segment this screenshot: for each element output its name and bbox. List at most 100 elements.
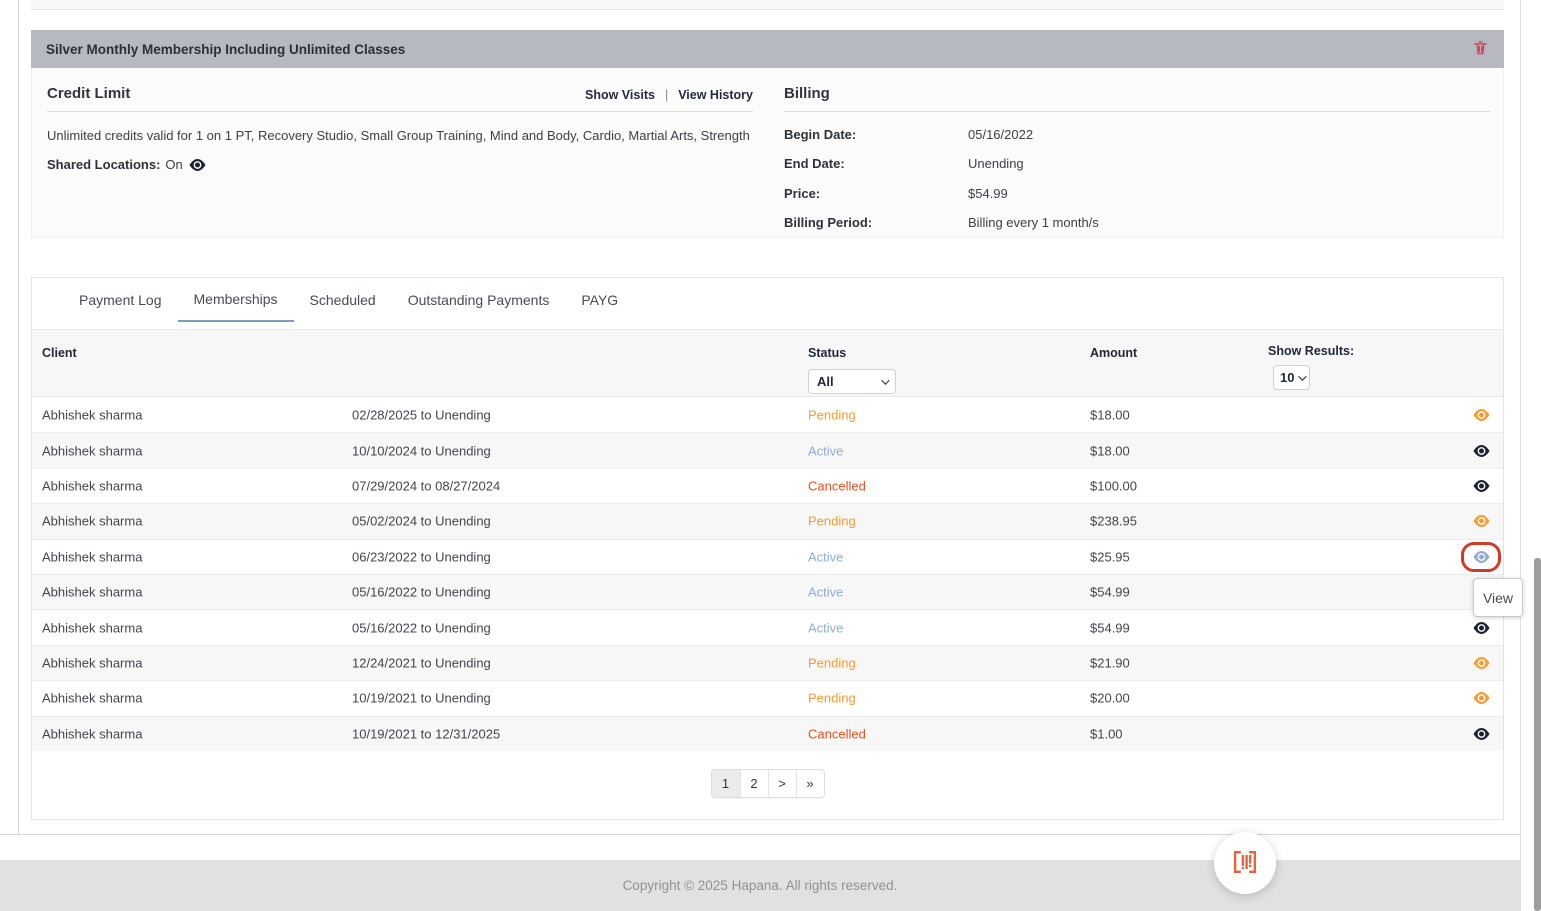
show-visits-link[interactable]: Show Visits (585, 88, 655, 102)
right-divider (1520, 0, 1521, 911)
link-separator: | (665, 88, 668, 102)
left-divider (18, 0, 19, 834)
top-strip (31, 0, 1504, 10)
amount-column-header: Amount (1090, 346, 1137, 360)
table-row: Abhishek sharma06/23/2022 to UnendingAct… (32, 539, 1503, 574)
amount-cell: $18.00 (1090, 407, 1130, 422)
view-eye-button[interactable] (1468, 476, 1494, 496)
table-row: Abhishek sharma 05/02/2024 to Unending Pen… (32, 503, 1503, 538)
period-cell: 05/02/2024 to Unending (352, 514, 491, 529)
billing-row: End Date:Unending (784, 156, 1490, 171)
period-cell: 02/28/2025 to Unending (352, 407, 491, 422)
client-cell: Abhishek sharma (42, 549, 142, 564)
table-row: Abhishek sharma05/16/2022 to UnendingAct… (32, 574, 1503, 609)
client-cell: Abhishek sharma (42, 514, 142, 529)
client-cell: Abhishek sharma (42, 726, 142, 741)
shared-locations-value: On (165, 157, 182, 172)
chevron-down-icon (881, 376, 889, 384)
billing-row: Begin Date:05/16/2022 (784, 127, 1490, 142)
billing-label: End Date: (784, 156, 968, 171)
period-cell: 10/10/2024 to Unending (352, 443, 491, 458)
amount-cell: $21.90 (1090, 655, 1130, 670)
client-cell: Abhishek sharma (42, 478, 142, 493)
status-column-header: Status (808, 346, 846, 360)
status-cell: Active (808, 443, 843, 458)
billing-row: Billing Period:Billing every 1 month/s (784, 215, 1490, 230)
status-cell: Pending (808, 514, 856, 529)
view-eye-button[interactable] (1468, 405, 1494, 425)
pagination-button-1[interactable]: 1 (712, 770, 740, 797)
view-eye-button[interactable] (1468, 441, 1494, 461)
view-eye-button[interactable] (1468, 724, 1494, 744)
tab-payment-log[interactable]: Payment Log (63, 278, 178, 322)
payments-panel: Payment LogMembershipsScheduledOutstandi… (31, 277, 1504, 820)
tab-scheduled[interactable]: Scheduled (294, 278, 392, 322)
view-eye-button[interactable] (1468, 618, 1494, 638)
client-cell: Abhishek sharma (42, 585, 142, 600)
status-cell: Pending (808, 691, 856, 706)
client-column-header: Client (42, 346, 77, 360)
table-row: Abhishek sharma10/10/2024 to UnendingAct… (32, 432, 1503, 467)
view-eye-button[interactable] (1468, 547, 1494, 567)
tab-outstanding-payments[interactable]: Outstanding Payments (392, 278, 566, 322)
billing-rows: Begin Date:05/16/2022End Date:UnendingPr… (784, 127, 1490, 231)
status-cell: Pending (808, 407, 856, 422)
amount-cell: $238.95 (1090, 514, 1137, 529)
client-cell: Abhishek sharma (42, 655, 142, 670)
pagination-button-last[interactable]: » (796, 770, 824, 797)
client-cell: Abhishek sharma (42, 691, 142, 706)
credit-limit-section: Credit Limit Show Visits | View History … (47, 85, 753, 172)
billing-value: Unending (968, 156, 1024, 171)
table-row: Abhishek sharma10/19/2021 to UnendingPen… (32, 680, 1503, 715)
barcode-scan-icon (1230, 847, 1260, 880)
delete-membership-button[interactable] (1472, 39, 1489, 59)
trash-icon (1472, 39, 1489, 59)
shared-locations-row: Shared Locations: On (47, 157, 753, 172)
view-eye-button[interactable] (1468, 653, 1494, 673)
status-cell: Pending (808, 655, 856, 670)
pagination-button-next[interactable]: > (768, 770, 796, 797)
tab-memberships[interactable]: Memberships (178, 278, 294, 322)
scrollbar-thumb[interactable] (1534, 558, 1541, 911)
scan-fab-button[interactable] (1214, 832, 1276, 894)
copyright-text: Copyright © 2025 Hapana. All rights rese… (623, 878, 898, 893)
view-eye-button[interactable] (1468, 688, 1494, 708)
credit-limit-description: Unlimited credits valid for 1 on 1 PT, R… (47, 128, 753, 143)
membership-card: Silver Monthly Membership Including Unli… (31, 30, 1504, 238)
period-cell: 05/16/2022 to Unending (352, 620, 491, 635)
pagination-button-2[interactable]: 2 (740, 770, 768, 797)
show-results-select[interactable]: 10 (1273, 365, 1310, 390)
status-cell: Cancelled (808, 726, 866, 741)
billing-value: $54.99 (968, 186, 1008, 201)
amount-cell: $1.00 (1090, 726, 1123, 741)
membership-card-body: Credit Limit Show Visits | View History … (31, 68, 1504, 238)
period-cell: 07/29/2024 to 08/27/2024 (352, 478, 500, 493)
eye-icon[interactable] (188, 158, 207, 172)
membership-card-header: Silver Monthly Membership Including Unli… (31, 30, 1504, 68)
period-cell: 10/19/2021 to 12/31/2025 (352, 726, 500, 741)
amount-cell: $25.95 (1090, 549, 1130, 564)
status-cell: Active (808, 585, 843, 600)
view-eye-button[interactable] (1468, 511, 1494, 531)
content-bottom-divider (0, 834, 1520, 835)
status-cell: Cancelled (808, 478, 866, 493)
shared-locations-label: Shared Locations: (47, 157, 160, 172)
billing-heading: Billing (784, 85, 830, 102)
page: Silver Monthly Membership Including Unli… (0, 0, 1541, 911)
amount-cell: $54.99 (1090, 620, 1130, 635)
amount-cell: $54.99 (1090, 585, 1130, 600)
status-filter-select[interactable]: All (808, 369, 896, 394)
amount-cell: $20.00 (1090, 691, 1130, 706)
view-history-link[interactable]: View History (678, 88, 753, 102)
highlight-ring (1461, 542, 1501, 572)
client-cell: Abhishek sharma (42, 620, 142, 635)
tab-payg[interactable]: PAYG (565, 278, 634, 322)
billing-value: 05/16/2022 (968, 127, 1033, 142)
billing-label: Billing Period: (784, 215, 968, 230)
view-tooltip: View (1473, 578, 1523, 617)
pagination: 12>» (32, 769, 1503, 798)
membership-title: Silver Monthly Membership Including Unli… (46, 42, 405, 57)
amount-cell: $18.00 (1090, 443, 1130, 458)
status-cell: Active (808, 620, 843, 635)
table-row: Abhishek sharma02/28/2025 to UnendingPen… (32, 397, 1503, 432)
